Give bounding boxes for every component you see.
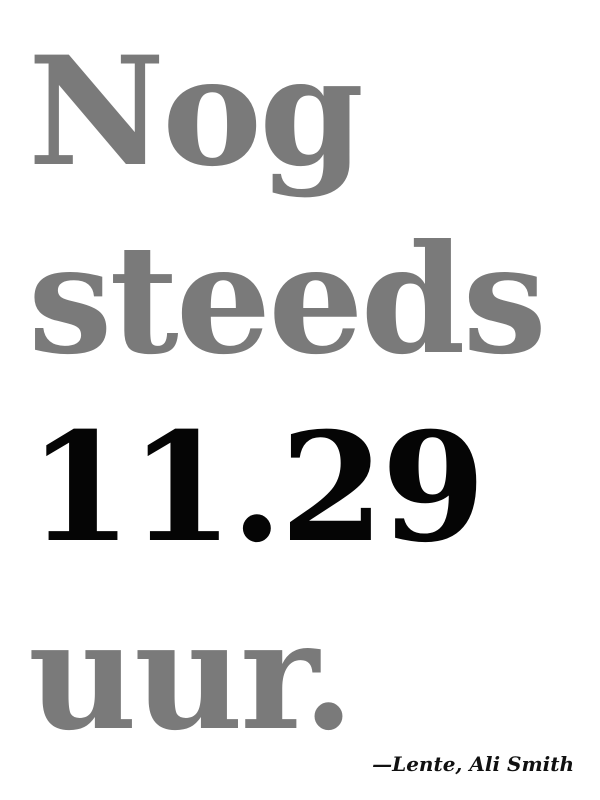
attribution: —Lente, Ali Smith (372, 752, 574, 776)
quote-block: Nog steeds 11.29 uur. (28, 18, 547, 770)
quote-line-4: uur. (28, 588, 355, 764)
quote-line-time: 11.29 (28, 400, 486, 576)
quote-line-1: Nog (28, 24, 364, 200)
quote-line-2: steeds (28, 212, 547, 388)
